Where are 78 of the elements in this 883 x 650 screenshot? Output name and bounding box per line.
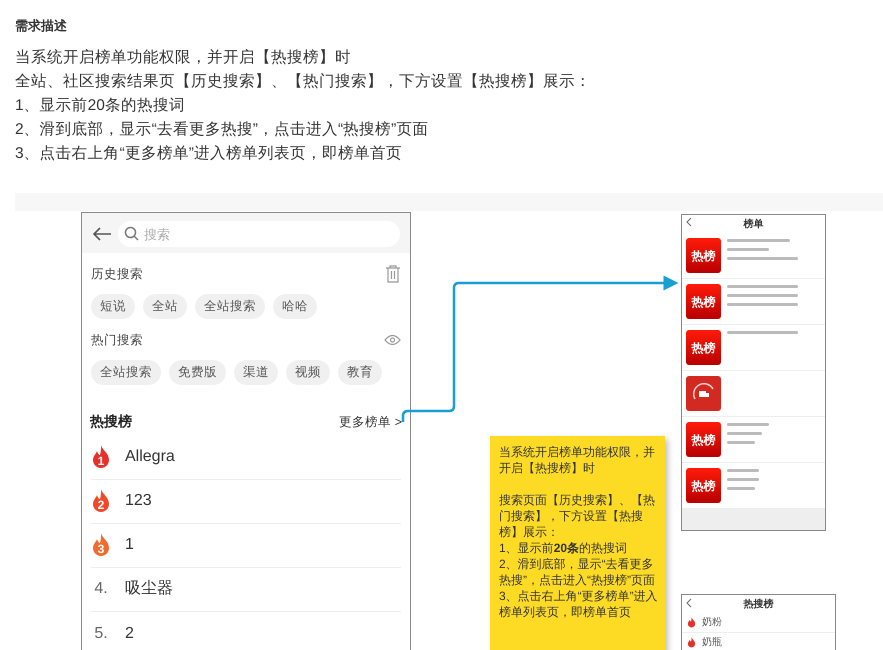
eye-icon[interactable] bbox=[384, 334, 401, 346]
more-lists-link[interactable]: 更多榜单 > bbox=[339, 412, 402, 432]
description-line: 全站、社区搜索结果页【历史搜索】、【热门搜索】，下方设置【热搜榜】展示： bbox=[15, 72, 591, 92]
search-chip[interactable]: 哈哈 bbox=[273, 294, 317, 319]
blurred-text-line bbox=[727, 285, 798, 288]
flame-icon bbox=[687, 637, 696, 648]
hot-search-item[interactable]: 奶瓶 bbox=[682, 633, 835, 650]
blurred-text-line bbox=[727, 469, 759, 472]
back-arrow-icon[interactable] bbox=[92, 227, 112, 241]
search-term: 奶瓶 bbox=[702, 636, 722, 650]
hot-search-item[interactable]: 奶粉 bbox=[682, 613, 835, 633]
hot-search-item[interactable]: 1 Allegra bbox=[91, 436, 401, 480]
flame-rank-badge: 2 bbox=[91, 489, 111, 513]
rank-tile: 热榜 bbox=[686, 422, 721, 457]
page-title: 热搜榜 bbox=[744, 598, 774, 612]
search-chip[interactable]: 全站 bbox=[143, 294, 187, 319]
search-term: 1 bbox=[125, 535, 134, 555]
hot-search-item[interactable]: 2 123 bbox=[91, 480, 401, 524]
search-chip[interactable]: 教育 bbox=[338, 360, 382, 384]
rank-tile: 热榜 bbox=[686, 238, 721, 273]
note-text: 2、滑到底部，显示“去看更多热搜”，点击进入“热搜榜”页面 bbox=[499, 556, 656, 588]
flame-rank-badge: 3 bbox=[91, 533, 111, 557]
blurred-text-line bbox=[727, 257, 798, 260]
blurred-text-line bbox=[727, 248, 770, 251]
search-chip[interactable]: 视频 bbox=[286, 360, 330, 384]
blurred-text-line bbox=[727, 478, 759, 481]
search-term: Allegra bbox=[125, 447, 175, 467]
flame-rank-badge: 1 bbox=[91, 445, 111, 469]
hot-search-item[interactable]: 3 1 bbox=[91, 524, 401, 568]
trash-icon[interactable] bbox=[385, 265, 401, 284]
blurred-text-line bbox=[727, 303, 798, 306]
blurred-text-line bbox=[727, 294, 798, 297]
search-chip[interactable]: 全站搜索 bbox=[195, 294, 265, 319]
truck-tile-icon bbox=[686, 376, 721, 411]
section-title: 热搜榜 bbox=[90, 412, 132, 430]
section-heading: 需求描述 bbox=[15, 17, 67, 35]
blurred-text-line bbox=[727, 423, 770, 426]
search-chip[interactable]: 渠道 bbox=[234, 360, 278, 384]
back-chevron-icon[interactable] bbox=[686, 598, 692, 608]
description-line: 当系统开启榜单功能权限，并开启【热搜榜】时 bbox=[15, 48, 351, 68]
page-title: 榜单 bbox=[744, 218, 764, 232]
rank-list-row[interactable]: 热榜 bbox=[682, 463, 825, 509]
note-text: 3、点击右上角“更多榜单”进入榜单列表页，即榜单首页 bbox=[499, 588, 659, 620]
note-text: 当系统开启榜单功能权限，并开启【热搜榜】时 bbox=[499, 444, 656, 476]
blurred-text-line bbox=[727, 331, 798, 334]
search-field[interactable]: 搜索 bbox=[118, 221, 400, 247]
rank-tile: 热榜 bbox=[686, 468, 721, 503]
rank-list-row[interactable]: 热榜 bbox=[682, 325, 825, 371]
search-term: 吸尘器 bbox=[125, 578, 173, 599]
search-chip[interactable]: 全站搜索 bbox=[91, 360, 161, 384]
blurred-text-line bbox=[727, 432, 762, 435]
section-title: 历史搜索 bbox=[91, 266, 143, 283]
rank-list-row[interactable]: 热榜 bbox=[682, 417, 825, 463]
note-text: 1、显示前20条的热搜词 bbox=[499, 540, 628, 556]
rank-tile: 热榜 bbox=[686, 284, 721, 319]
search-chip[interactable]: 免费版 bbox=[169, 360, 226, 384]
rank-list-row[interactable]: 热榜 bbox=[682, 233, 825, 279]
section-title: 热门搜索 bbox=[91, 332, 143, 349]
blurred-text-line bbox=[727, 441, 756, 444]
search-term: 奶粉 bbox=[702, 616, 722, 630]
search-chip[interactable]: 短说 bbox=[91, 294, 135, 319]
search-term: 2 bbox=[125, 624, 134, 644]
description-line: 3、点击右上角“更多榜单”进入榜单列表页，即榜单首页 bbox=[15, 144, 402, 164]
back-chevron-icon[interactable] bbox=[686, 217, 692, 227]
flame-icon bbox=[687, 617, 696, 628]
note-text: 搜索页面【历史搜索】、【热门搜索】，下方设置【热搜榜】展示： bbox=[499, 492, 656, 540]
hot-search-item[interactable]: 5. 2 bbox=[91, 612, 401, 650]
rank-tile: 热榜 bbox=[686, 330, 721, 365]
hot-search-item[interactable]: 4. 吸尘器 bbox=[91, 568, 401, 612]
blurred-text-line bbox=[727, 239, 790, 242]
search-icon bbox=[124, 226, 139, 241]
blurred-text-line bbox=[727, 487, 756, 490]
description-line: 1、显示前20条的热搜词 bbox=[15, 96, 185, 116]
description-line: 2、滑到底部，显示“去看更多热搜”，点击进入“热搜榜”页面 bbox=[15, 120, 428, 140]
rank-number: 4. bbox=[93, 579, 109, 599]
rank-list-row[interactable]: 热榜 bbox=[682, 279, 825, 325]
search-term: 123 bbox=[125, 491, 152, 511]
rank-number: 5. bbox=[93, 624, 109, 644]
